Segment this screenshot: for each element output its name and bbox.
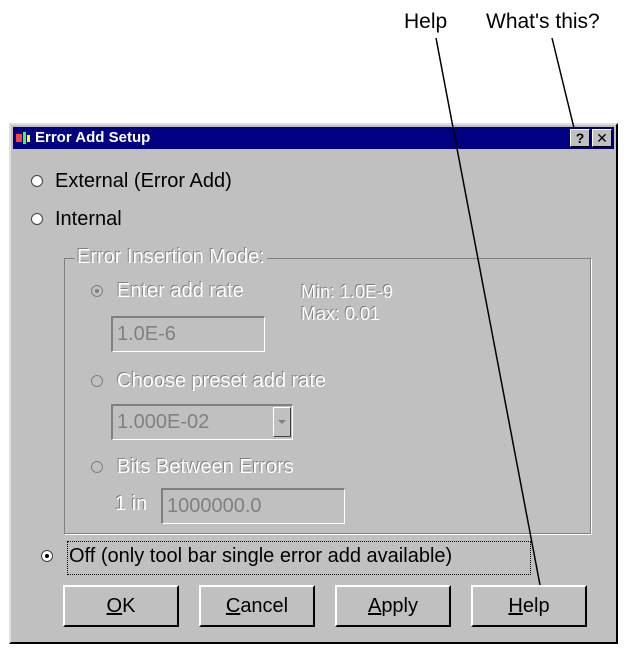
whats-this-callout-line	[551, 37, 575, 129]
help-callout-line	[435, 37, 541, 586]
callout-lines	[435, 37, 575, 586]
